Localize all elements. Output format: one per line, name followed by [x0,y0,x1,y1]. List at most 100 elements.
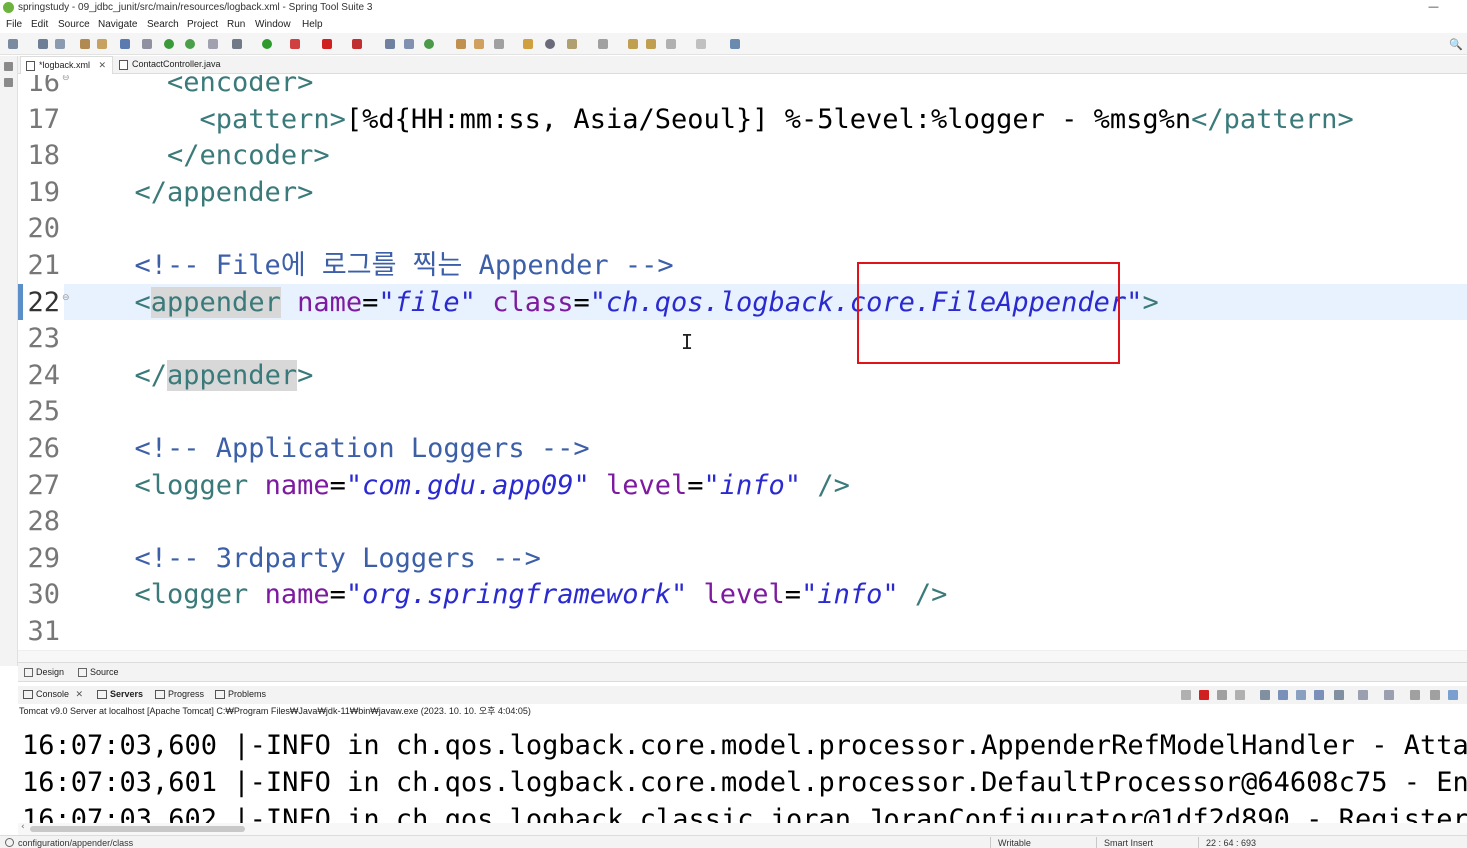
show-stderr-icon[interactable] [1314,690,1324,700]
tab-progress[interactable]: Progress [154,689,204,699]
fold-marker-icon[interactable]: ⊖ [62,293,70,303]
fold-marker-icon[interactable]: ⊖ [62,75,70,83]
next-annotation-icon[interactable] [567,39,577,49]
console-line: 16:07:03,602 |-INFO in ch.qos.logback.cl… [22,804,1467,823]
scroll-lock-icon[interactable] [1260,690,1270,700]
source-icon [78,668,87,677]
perspective-icon[interactable] [730,39,740,49]
new-java-project-icon[interactable] [385,39,395,49]
scrollbar-thumb[interactable] [30,826,245,832]
code-token: "org.springframework" [345,579,688,610]
console-horizontal-scrollbar[interactable]: ‹ [18,822,1467,835]
code-token: <logger [134,579,249,610]
annotation-highlight-box [857,262,1120,364]
tab-servers[interactable]: Servers [96,689,143,699]
terminate-icon[interactable] [1199,690,1209,700]
refresh-icon[interactable] [185,39,195,49]
tab-close-button[interactable]: ✕ [99,60,107,70]
remove-all-icon[interactable] [1235,690,1245,700]
code-token: "info" [801,579,899,610]
menu-help[interactable]: Help [302,19,323,30]
tab-console[interactable]: Console ✕ [22,689,83,700]
menu-navigate[interactable]: Navigate [98,19,137,30]
minimize-button[interactable]: — [1428,0,1439,13]
prev-annotation-icon[interactable] [598,39,608,49]
tab-source[interactable]: Source [76,667,119,677]
open-task-icon[interactable] [456,39,466,49]
back-icon[interactable] [666,39,676,49]
build-icon[interactable] [208,39,218,49]
menu-run[interactable]: Run [227,19,245,30]
skip-breakpoints-icon[interactable] [142,39,152,49]
run-icon[interactable] [262,39,272,49]
run-external-icon[interactable] [290,39,300,49]
text-cursor: I [681,330,694,354]
package-explorer-icon[interactable] [4,78,13,87]
clear-console-icon[interactable] [1181,690,1191,700]
tab-problems[interactable]: Problems [214,689,266,699]
code-line: <!-- File에 로그를 찍는 Appender --> [102,248,674,284]
menu-project[interactable]: Project [187,19,218,30]
search-icon[interactable]: 🔍 [1449,38,1463,51]
code-line: <encoder> [102,75,313,101]
debug-icon[interactable] [232,39,242,49]
line-number: 22 [27,287,60,318]
word-wrap-icon[interactable] [1278,690,1288,700]
annotation-icon[interactable] [494,39,504,49]
coverage-icon[interactable] [352,39,362,49]
new-package-icon[interactable] [404,39,414,49]
java-file-icon [119,60,128,70]
tab-contactcontroller-java[interactable]: ContactController.java [114,56,227,74]
tab-problems-label: Problems [228,689,267,699]
terminal-icon[interactable] [120,39,130,49]
menu-file[interactable]: File [6,19,22,30]
remove-launch-icon[interactable] [1217,690,1227,700]
code-token: level [605,470,688,501]
console-close-button[interactable]: ✕ [76,689,84,699]
xml-editor[interactable]: 16 ⊖ <encoder> 17 <pattern>[%d{HH:mm:ss, A… [18,75,1467,650]
line-number: 25 [27,396,60,427]
save-icon[interactable] [38,39,48,49]
line-number: 28 [27,506,60,537]
new-class-icon[interactable] [424,39,434,49]
open-console-icon[interactable] [1384,690,1394,700]
spring-boot-icon[interactable] [164,39,174,49]
forward-icon[interactable] [696,39,706,49]
tab-design-label: Design [36,667,65,677]
save-all-icon[interactable] [55,39,65,49]
new-icon[interactable] [8,39,18,49]
maximize-view-icon[interactable] [1448,690,1458,700]
restore-icon[interactable] [4,62,13,71]
code-token: </ [134,360,168,391]
menu-edit[interactable]: Edit [31,19,48,30]
forward-edit-icon[interactable] [646,39,656,49]
scroll-left-icon[interactable]: ‹ [21,822,25,832]
code-token: <logger [134,470,249,501]
last-edit-icon[interactable] [628,39,638,49]
menu-search[interactable]: Search [147,19,179,30]
status-insert-mode: Smart Insert [1104,838,1154,848]
menu-window[interactable]: Window [255,19,291,30]
open-type-icon[interactable] [97,39,107,49]
open-folder-icon[interactable] [474,39,484,49]
spring-tool-suite-icon [3,2,14,13]
print-icon[interactable] [80,39,90,49]
show-stdout-icon[interactable] [1296,690,1306,700]
tab-logback-xml[interactable]: *logback.xml ✕ [20,56,114,74]
menu-source[interactable]: Source [58,19,90,30]
stop-icon[interactable] [322,39,332,49]
search-file-icon[interactable] [523,39,533,49]
console-process-description: Tomcat v9.0 Server at localhost [Apache … [18,704,1467,716]
servers-icon [97,690,107,699]
globe-icon[interactable] [545,39,555,49]
view-menu-icon[interactable] [1410,690,1420,700]
minimize-view-icon[interactable] [1430,690,1440,700]
tab-design[interactable]: Design [22,667,64,677]
pin-console-icon[interactable] [1334,690,1344,700]
editor-horizontal-scrollbar[interactable] [18,650,1467,662]
display-console-icon[interactable] [1358,690,1368,700]
console-output[interactable]: 16:07:03,600 |-INFO in ch.qos.logback.co… [18,716,1467,823]
